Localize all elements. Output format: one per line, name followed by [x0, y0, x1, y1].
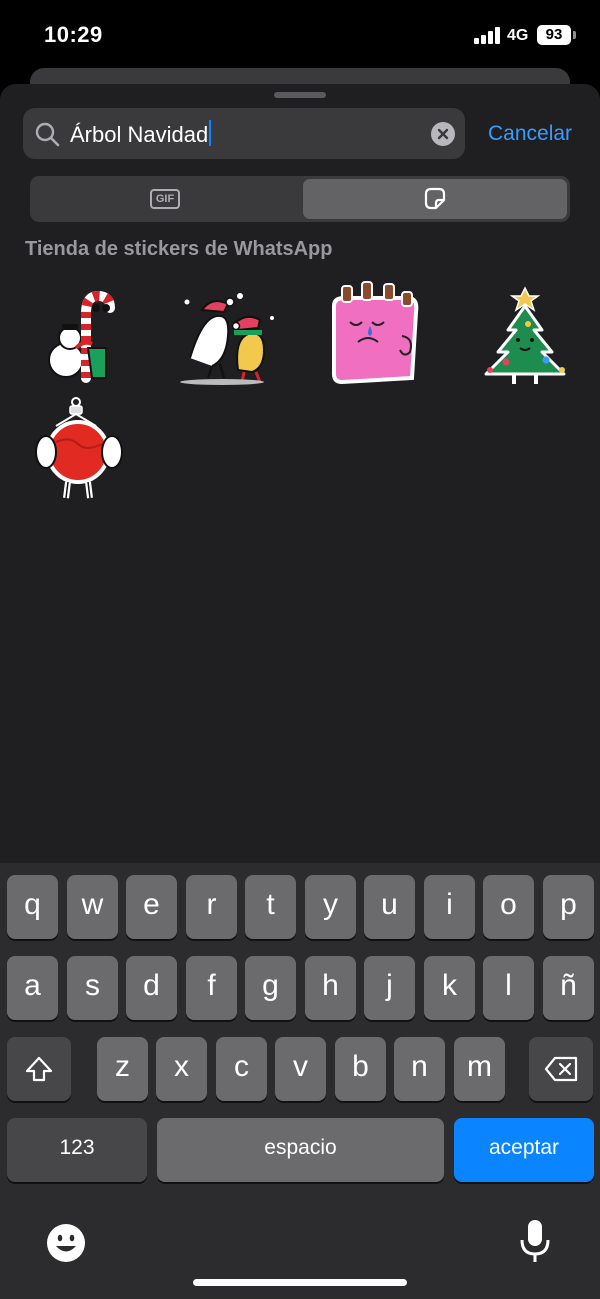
sticker-candy-cane[interactable] [26, 278, 136, 388]
gif-icon: GIF [150, 189, 180, 209]
red-ornament-sticker [35, 397, 123, 499]
keyboard: q w e r t y u i o p a s d f g h j k l ñ … [0, 863, 600, 1299]
home-indicator [193, 1279, 407, 1286]
numbers-key[interactable]: 123 [7, 1118, 147, 1182]
key-s[interactable]: s [67, 956, 118, 1020]
key-w[interactable]: w [67, 875, 118, 939]
shift-icon [25, 1056, 53, 1082]
key-d[interactable]: d [126, 956, 177, 1020]
key-a[interactable]: a [7, 956, 58, 1020]
key-e[interactable]: e [126, 875, 177, 939]
candy-cane-snowman-sticker [48, 290, 115, 383]
battery-icon: 93 [537, 25, 571, 45]
media-type-tabs: GIF [30, 176, 570, 222]
search-text-wrapper: Árbol Navidad [70, 120, 212, 148]
key-j[interactable]: j [364, 956, 415, 1020]
key-o[interactable]: o [483, 875, 534, 939]
pink-face-sticker [332, 281, 419, 385]
sticker-pink-face[interactable] [320, 278, 430, 388]
sticker-elves[interactable] [172, 278, 282, 388]
key-v[interactable]: v [275, 1037, 326, 1101]
cellular-signal-icon [474, 27, 502, 44]
key-q[interactable]: q [7, 875, 58, 939]
key-k[interactable]: k [424, 956, 475, 1020]
network-type: 4G [507, 27, 529, 44]
backspace-icon [544, 1056, 578, 1082]
section-title: Tienda de stickers de WhatsApp [25, 238, 333, 260]
cancel-button[interactable]: Cancelar [488, 122, 572, 146]
key-t[interactable]: t [245, 875, 296, 939]
key-x[interactable]: x [156, 1037, 207, 1101]
key-n[interactable]: n [394, 1037, 445, 1101]
christmas-tree-sticker [484, 286, 566, 384]
status-time: 10:29 [44, 22, 103, 47]
key-g[interactable]: g [245, 956, 296, 1020]
text-cursor [209, 120, 212, 146]
delete-key[interactable] [529, 1037, 593, 1101]
christmas-elves-sticker [180, 293, 274, 385]
tab-stickers[interactable] [303, 179, 567, 219]
return-key[interactable]: aceptar [454, 1118, 594, 1182]
key-i[interactable]: i [424, 875, 475, 939]
key-z[interactable]: z [97, 1037, 148, 1101]
sticker-christmas-tree[interactable] [470, 278, 580, 388]
key-y[interactable]: y [305, 875, 356, 939]
sticker-red-ornament[interactable] [26, 396, 136, 506]
key-n-tilde[interactable]: ñ [543, 956, 594, 1020]
key-r[interactable]: r [186, 875, 237, 939]
key-m[interactable]: m [454, 1037, 505, 1101]
search-input[interactable]: Árbol Navidad [23, 108, 465, 159]
search-query: Árbol Navidad [70, 122, 209, 147]
battery-tip [573, 31, 576, 39]
key-u[interactable]: u [364, 875, 415, 939]
clear-search-button[interactable] [431, 122, 455, 146]
key-p[interactable]: p [543, 875, 594, 939]
sticker-icon [424, 187, 446, 210]
space-key[interactable]: espacio [157, 1118, 444, 1182]
key-l[interactable]: l [483, 956, 534, 1020]
key-c[interactable]: c [216, 1037, 267, 1101]
shift-key[interactable] [7, 1037, 71, 1101]
key-h[interactable]: h [305, 956, 356, 1020]
close-icon [437, 128, 449, 140]
microphone-icon[interactable] [518, 1218, 552, 1264]
sheet-grabber[interactable] [274, 92, 326, 98]
tab-gif[interactable]: GIF [30, 176, 300, 222]
status-bar: 10:29 4G 93 [0, 0, 600, 70]
key-f[interactable]: f [186, 956, 237, 1020]
search-icon [35, 122, 60, 147]
key-b[interactable]: b [335, 1037, 386, 1101]
emoji-icon[interactable] [45, 1222, 87, 1264]
